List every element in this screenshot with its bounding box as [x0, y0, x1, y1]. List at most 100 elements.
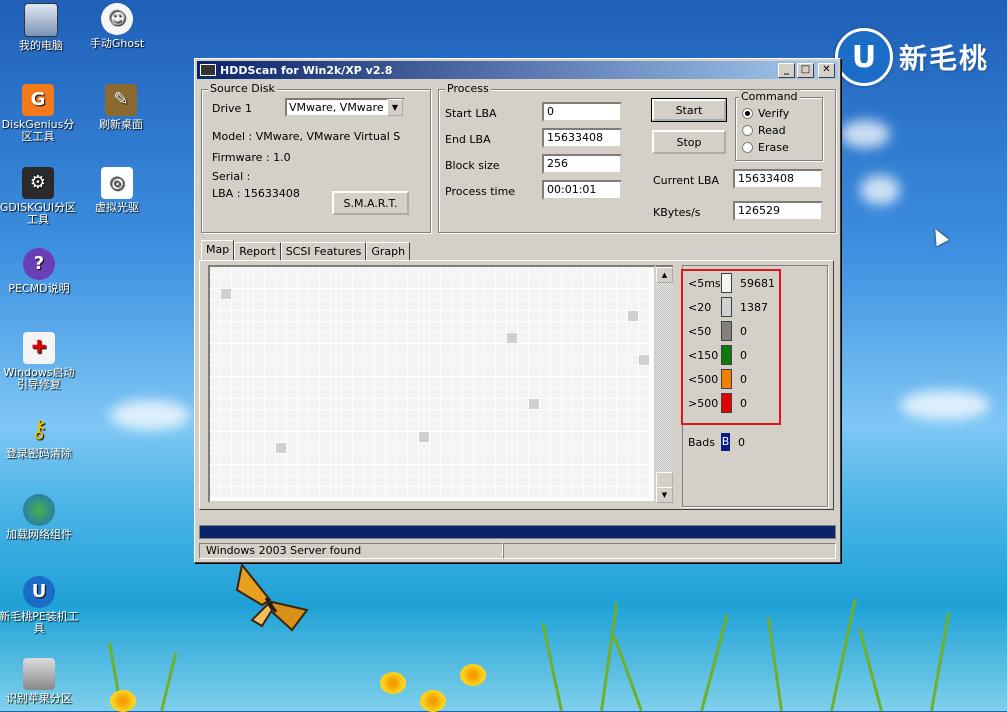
map-block — [386, 443, 396, 453]
map-block — [408, 267, 418, 277]
map-block — [617, 267, 627, 277]
desktop-icon-boot-repair[interactable]: ✚ Windows启动引导修复 — [0, 332, 80, 391]
chevron-down-icon[interactable]: ▼ — [387, 99, 403, 116]
start-button[interactable]: Start — [651, 98, 727, 122]
radio-verify[interactable]: Verify — [742, 107, 789, 120]
map-block — [243, 454, 253, 464]
map-block — [254, 355, 264, 365]
map-block — [287, 410, 297, 420]
map-block — [485, 443, 495, 453]
minimize-button[interactable]: _ — [778, 62, 795, 78]
map-block — [309, 300, 319, 310]
desktop-icon-installer[interactable]: U 新毛桃PE装机工具 — [0, 576, 80, 635]
butterfly-decoration — [235, 562, 309, 632]
map-scrollbar[interactable]: ▲ ▼ — [656, 265, 673, 503]
map-block — [331, 432, 341, 442]
map-block — [397, 454, 407, 464]
title-bar[interactable]: HDDScan for Win2k/XP v2.8 _ □ ✕ — [197, 61, 838, 79]
map-block — [551, 454, 561, 464]
status-text: Windows 2003 Server found — [199, 543, 503, 559]
map-block — [441, 377, 451, 387]
desktop-icon-pecmd[interactable]: ? PECMD说明 — [0, 248, 80, 295]
kbytes-input[interactable]: 126529 — [733, 201, 823, 221]
current-lba-label: Current LBA — [653, 174, 720, 187]
map-block — [221, 278, 231, 288]
tab-map[interactable]: Map — [201, 240, 235, 260]
map-block — [342, 355, 352, 365]
map-block — [452, 366, 462, 376]
smart-button[interactable]: S.M.A.R.T. — [332, 191, 409, 215]
map-block — [584, 267, 594, 277]
radio-indicator[interactable] — [742, 142, 753, 153]
radio-label: Verify — [758, 107, 790, 120]
map-block — [419, 377, 429, 387]
start-lba-input[interactable]: 0 — [542, 102, 622, 122]
block-size-input[interactable]: 256 — [542, 154, 622, 174]
map-block — [551, 267, 561, 277]
desktop-icon-ghost[interactable]: ☺ 手动Ghost — [76, 3, 158, 50]
map-block — [628, 432, 638, 442]
map-block — [584, 355, 594, 365]
tab-scsi-features[interactable]: SCSI Features — [280, 242, 367, 260]
maximize-button[interactable]: □ — [797, 62, 814, 78]
map-block — [628, 377, 638, 387]
map-block — [353, 487, 363, 497]
map-block — [529, 432, 539, 442]
map-block — [397, 465, 407, 475]
desktop-icon-my-computer[interactable]: 我的电脑 — [0, 3, 82, 52]
map-block — [562, 443, 572, 453]
radio-indicator[interactable] — [742, 125, 753, 136]
map-block — [265, 322, 275, 332]
map-block — [452, 344, 462, 354]
radio-read[interactable]: Read — [742, 124, 786, 137]
scroll-up-icon[interactable]: ▲ — [656, 267, 673, 283]
map-block — [551, 399, 561, 409]
map-block — [375, 366, 385, 376]
radio-indicator[interactable] — [742, 108, 753, 119]
radio-erase[interactable]: Erase — [742, 141, 789, 154]
desktop-icon-gdiskgui[interactable]: ⚙ GDISKGUI分区工具 — [0, 167, 79, 226]
map-block — [617, 289, 627, 299]
map-block — [320, 454, 330, 464]
tab-report[interactable]: Report — [234, 242, 281, 260]
map-block — [463, 300, 473, 310]
map-block — [573, 399, 583, 409]
map-block — [518, 487, 528, 497]
map-block — [342, 454, 352, 464]
end-lba-input[interactable]: 15633408 — [542, 128, 622, 148]
map-block — [452, 487, 462, 497]
current-lba-input[interactable]: 15633408 — [733, 169, 823, 189]
desktop-icon-apple-partition[interactable]: 识别苹果分区 — [0, 658, 80, 705]
drive-select[interactable]: VMware, VMware Vir ▼ — [285, 98, 405, 117]
map-block — [507, 333, 517, 343]
process-time-input[interactable]: 00:01:01 — [542, 180, 622, 200]
tab-graph[interactable]: Graph — [366, 242, 411, 260]
map-block — [628, 278, 638, 288]
radio-label: Erase — [758, 141, 789, 154]
stop-button[interactable]: Stop — [652, 130, 726, 154]
map-block — [441, 355, 451, 365]
window-title: HDDScan for Win2k/XP v2.8 — [220, 63, 393, 77]
scroll-down-icon[interactable]: ▼ — [656, 487, 673, 503]
map-block — [309, 278, 319, 288]
map-block — [243, 300, 253, 310]
desktop-icon-refresh[interactable]: ✎ 刷新桌面 — [80, 84, 162, 131]
map-block — [276, 487, 286, 497]
map-block — [254, 476, 264, 486]
map-block — [265, 443, 275, 453]
map-block — [243, 377, 253, 387]
map-block — [342, 311, 352, 321]
map-block — [309, 476, 319, 486]
map-block — [507, 443, 517, 453]
desktop-icon-network[interactable]: 加载网络组件 — [0, 494, 80, 541]
desktop-icon-password[interactable]: ⚷ 登录密码清除 — [0, 413, 80, 460]
desktop-icon-diskgenius[interactable]: G DiskGenius分区工具 — [0, 84, 79, 143]
map-block — [408, 399, 418, 409]
map-block — [430, 300, 440, 310]
desktop-icon-virtual-drive[interactable]: ◎ 虚拟光驱 — [76, 167, 158, 214]
scroll-thumb[interactable] — [656, 472, 673, 488]
map-block — [518, 311, 528, 321]
close-button[interactable]: ✕ — [818, 62, 835, 78]
map-block — [606, 421, 616, 431]
map-block — [584, 377, 594, 387]
